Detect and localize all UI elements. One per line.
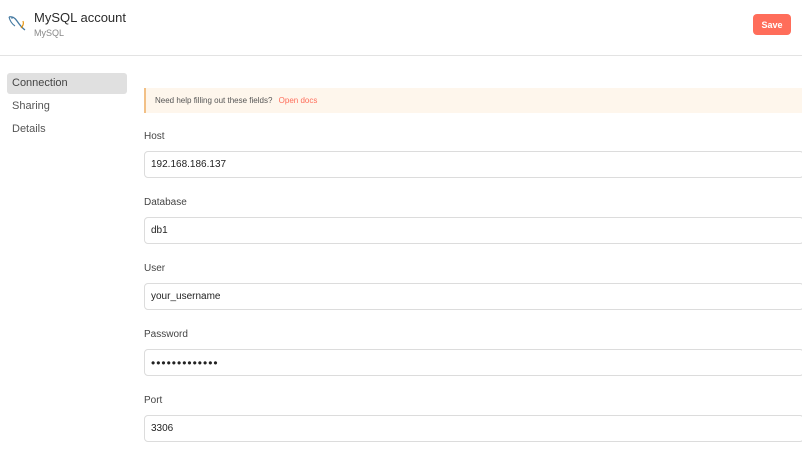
sidebar-item-sharing[interactable]: Sharing xyxy=(7,96,127,117)
page-title: MySQL account xyxy=(34,10,127,25)
password-input[interactable] xyxy=(144,349,802,376)
sidebar-item-details[interactable]: Details xyxy=(7,119,127,140)
sidebar: Connection Sharing Details xyxy=(7,73,127,142)
help-notice-text: Need help filling out these fields? xyxy=(155,96,273,105)
port-input[interactable] xyxy=(144,415,802,442)
page-subtitle: MySQL xyxy=(34,28,65,38)
user-label: User xyxy=(144,263,166,274)
save-button[interactable]: Save xyxy=(753,14,791,35)
user-input[interactable] xyxy=(144,283,802,310)
help-notice: Need help filling out these fields? Open… xyxy=(144,88,802,113)
host-label: Host xyxy=(144,131,165,142)
header: MySQL account MySQL Save xyxy=(0,0,802,56)
database-label: Database xyxy=(144,197,187,208)
port-label: Port xyxy=(144,395,163,406)
connection-form: Need help filling out these fields? Open… xyxy=(144,88,802,442)
host-input[interactable] xyxy=(144,151,802,178)
password-label: Password xyxy=(144,329,188,340)
mysql-logo-icon xyxy=(8,16,26,31)
credential-modal: MySQL account MySQL Save Connection Shar… xyxy=(0,0,802,452)
open-docs-link[interactable]: Open docs xyxy=(279,96,318,105)
database-input[interactable] xyxy=(144,217,802,244)
sidebar-item-connection[interactable]: Connection xyxy=(7,73,127,94)
